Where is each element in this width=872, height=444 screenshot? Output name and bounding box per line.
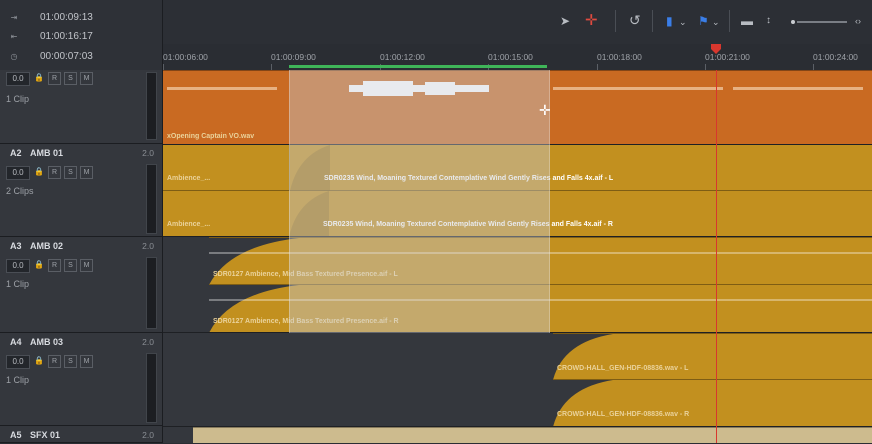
track-id: A3 xyxy=(10,241,22,251)
clip-label: Ambience_... xyxy=(167,221,211,228)
clip-count: 1 Clip xyxy=(6,279,30,289)
audio-meter xyxy=(146,353,157,423)
ruler-label: 01:00:18:00 xyxy=(597,52,642,62)
solo-button[interactable]: S xyxy=(64,355,77,368)
track-name[interactable]: AMB 01 xyxy=(30,148,63,158)
audio-meter xyxy=(146,164,157,234)
timecode-panel: ⇥ 01:00:09:13 ⇤ 01:00:16:17 ◷ 00:00:07:0… xyxy=(0,0,163,70)
audio-meter xyxy=(146,257,157,329)
track-volume[interactable]: 0.0 xyxy=(6,259,30,273)
chevron-down-icon[interactable]: ⌄ xyxy=(679,17,687,28)
pointer-tool-icon[interactable]: ➤ xyxy=(560,14,570,28)
crosshair-cursor-icon: ✛ xyxy=(539,102,551,118)
solo-button[interactable]: S xyxy=(64,259,77,272)
zoom-view-icon[interactable]: ▬ xyxy=(741,14,753,28)
timecode-duration-row[interactable]: ◷ 00:00:07:03 xyxy=(0,47,163,65)
mark-out-icon: ⇤ xyxy=(10,31,18,41)
timeline-area[interactable]: xOpening Captain VO.wav Ambience_... SDR… xyxy=(163,70,872,443)
mute-button[interactable]: M xyxy=(80,72,93,85)
playhead-line[interactable] xyxy=(716,70,717,443)
ruler-label: 01:00:15:00 xyxy=(488,52,533,62)
track-header-a4[interactable]: A4 AMB 03 2.0 0.0 🔒 R S M 1 Clip xyxy=(0,333,163,426)
range-tool-icon[interactable]: ✛ xyxy=(585,11,598,29)
track-name[interactable]: AMB 03 xyxy=(30,337,63,347)
lane-separator xyxy=(163,426,872,427)
timecode-duration: 00:00:07:03 xyxy=(40,50,93,62)
clip-count: 1 Clip xyxy=(6,94,30,104)
track-header-a5[interactable]: A5 SFX 01 2.0 xyxy=(0,426,163,443)
ruler-label: 01:00:06:00 xyxy=(163,52,208,62)
audio-clip-crowd-r[interactable]: CROWD-HALL_GEN-HDF-08836.wav - R xyxy=(553,379,872,426)
track-level: 2.0 xyxy=(142,148,154,158)
toolbar-divider xyxy=(615,10,616,32)
clip-label: Ambience_... xyxy=(167,175,211,182)
mark-in-icon: ⇥ xyxy=(10,12,18,22)
duration-icon: ◷ xyxy=(10,51,18,61)
playhead-handle-icon[interactable] xyxy=(711,44,721,54)
lock-icon[interactable]: 🔒 xyxy=(33,166,45,178)
zoom-slider-track[interactable] xyxy=(797,21,847,23)
fade-in-curve xyxy=(553,380,613,426)
ruler-label: 01:00:24:00 xyxy=(813,52,858,62)
clip-count: 1 Clip xyxy=(6,375,30,385)
link-tool-icon[interactable]: ↺ xyxy=(629,12,641,29)
track-volume[interactable]: 0.0 xyxy=(6,166,30,180)
timecode-out: 01:00:16:17 xyxy=(40,30,93,42)
track-id: A5 xyxy=(10,430,22,440)
mute-button[interactable]: M xyxy=(80,259,93,272)
zoom-slider-knob[interactable] xyxy=(791,20,795,24)
timecode-in-row[interactable]: ⇥ 01:00:09:13 xyxy=(0,8,163,26)
ruler-label: 01:00:12:00 xyxy=(380,52,425,62)
clip-label: CROWD-HALL_GEN-HDF-08836.wav - L xyxy=(557,365,689,372)
toolbar-divider xyxy=(652,10,653,32)
zoom-end-icon[interactable]: ‹› xyxy=(855,16,861,26)
clip-label: CROWD-HALL_GEN-HDF-08836.wav - R xyxy=(557,411,690,418)
audio-clip-crowd-l[interactable]: CROWD-HALL_GEN-HDF-08836.wav - L xyxy=(553,333,872,379)
timeline-ruler[interactable]: 01:00:06:00 01:00:09:00 01:00:12:00 01:0… xyxy=(163,44,872,71)
track-volume[interactable]: 0.0 xyxy=(6,72,30,86)
lock-icon[interactable]: 🔒 xyxy=(33,355,45,367)
record-button[interactable]: R xyxy=(48,166,61,179)
timecode-out-row[interactable]: ⇤ 01:00:16:17 xyxy=(0,27,163,45)
lock-icon[interactable]: 🔒 xyxy=(33,259,45,271)
range-selection[interactable] xyxy=(289,70,550,333)
in-out-range-bar[interactable] xyxy=(289,65,547,68)
timeline-toolbar: ➤ ✛ ↺ ▮ ⌄ ⚑ ⌄ ▬ ↕ ‹› xyxy=(163,0,872,45)
flag-icon[interactable]: ⚑ xyxy=(698,14,709,28)
solo-button[interactable]: S xyxy=(64,72,77,85)
lock-icon[interactable]: 🔒 xyxy=(33,72,45,84)
track-name[interactable]: SFX 01 xyxy=(30,430,60,440)
track-name[interactable]: AMB 02 xyxy=(30,241,63,251)
track-header-a1[interactable]: 0.0 🔒 R S M 1 Clip xyxy=(0,70,163,144)
track-header-a2[interactable]: A2 AMB 01 2.0 0.0 🔒 R S M 2 Clips xyxy=(0,144,163,237)
audio-meter xyxy=(146,72,157,140)
timecode-in: 01:00:09:13 xyxy=(40,11,93,23)
clip-count: 2 Clips xyxy=(6,186,34,196)
fade-in-curve xyxy=(553,334,613,379)
ruler-label: 01:00:09:00 xyxy=(271,52,316,62)
track-id: A4 xyxy=(10,337,22,347)
record-button[interactable]: R xyxy=(48,355,61,368)
clip-label: xOpening Captain VO.wav xyxy=(167,133,255,140)
chevron-down-icon[interactable]: ⌄ xyxy=(712,17,720,28)
track-header-a3[interactable]: A3 AMB 02 2.0 0.0 🔒 R S M 1 Clip xyxy=(0,237,163,333)
track-level: 2.0 xyxy=(142,337,154,347)
mute-button[interactable]: M xyxy=(80,166,93,179)
record-button[interactable]: R xyxy=(48,72,61,85)
track-id: A2 xyxy=(10,148,22,158)
track-level: 2.0 xyxy=(142,430,154,440)
track-volume[interactable]: 0.0 xyxy=(6,355,30,369)
toolbar-divider xyxy=(729,10,730,32)
mute-button[interactable]: M xyxy=(80,355,93,368)
record-button[interactable]: R xyxy=(48,259,61,272)
track-level: 2.0 xyxy=(142,241,154,251)
marker-icon[interactable]: ▮ xyxy=(666,14,673,28)
audio-clip-sfx[interactable] xyxy=(193,427,872,443)
solo-button[interactable]: S xyxy=(64,166,77,179)
track-height-icon[interactable]: ↕ xyxy=(766,15,771,26)
